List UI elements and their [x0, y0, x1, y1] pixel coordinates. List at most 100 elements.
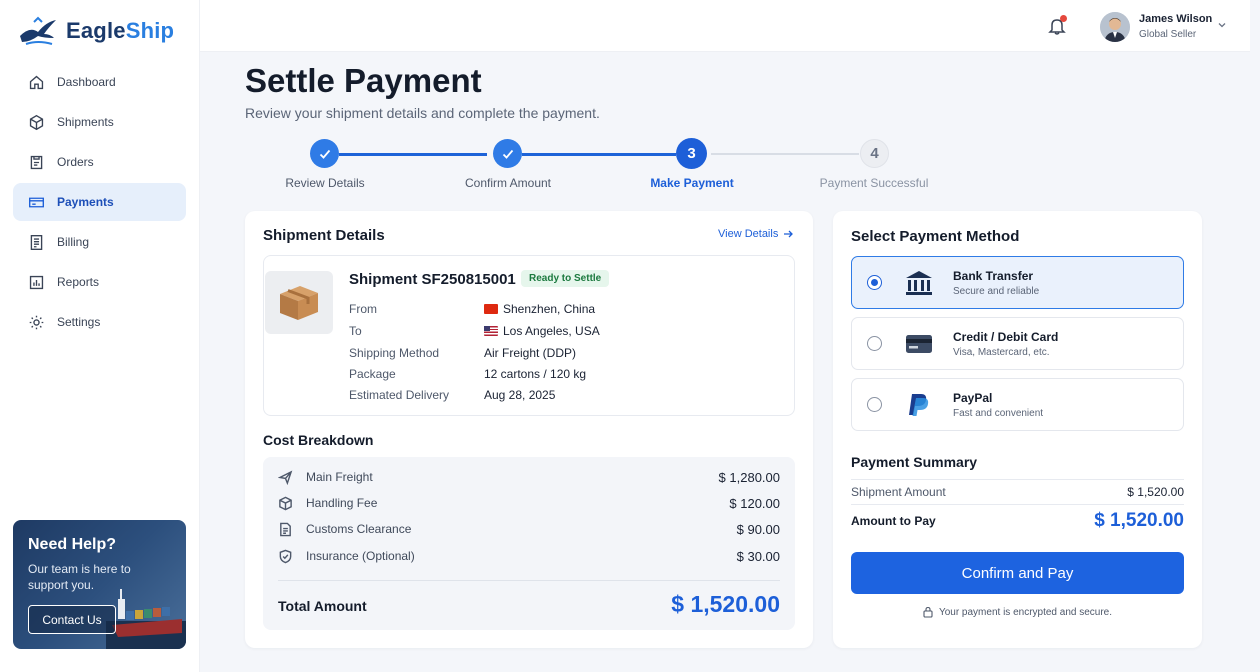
sidebar-nav: Dashboard Shipments Orders Payments Bill…: [13, 63, 186, 343]
user-avatar-icon: [1100, 12, 1130, 42]
sidebar-item-label: Orders: [57, 155, 94, 169]
contact-us-button[interactable]: Contact Us: [28, 605, 116, 634]
sidebar-item-billing[interactable]: Billing: [13, 223, 186, 261]
payment-method-heading: Select Payment Method: [851, 228, 1020, 245]
payment-option-paypal[interactable]: PayPal Fast and convenient: [851, 378, 1184, 431]
radio-button[interactable]: [867, 336, 882, 351]
radio-button-selected[interactable]: [867, 275, 882, 290]
status-badge: Ready to Settle: [521, 270, 610, 287]
sidebar-item-label: Shipments: [57, 115, 114, 129]
sidebar-item-label: Billing: [57, 235, 90, 249]
cost-row-main-freight: Main Freight $ 1,280.00: [278, 467, 780, 487]
chevron-down-icon[interactable]: [1217, 20, 1227, 30]
document-icon: [280, 522, 291, 536]
logo[interactable]: EagleShip: [18, 14, 174, 48]
step-4-circle: 4: [860, 139, 889, 168]
confirm-and-pay-button[interactable]: Confirm and Pay: [851, 552, 1184, 594]
sidebar-item-label: Dashboard: [57, 75, 116, 89]
payment-option-name: Bank Transfer: [953, 269, 1034, 283]
avatar[interactable]: [1100, 12, 1130, 42]
cost-amount: $ 1,280.00: [718, 469, 780, 485]
cost-amount: $ 120.00: [729, 495, 780, 511]
china-flag-icon: [484, 304, 498, 314]
paypal-icon: [909, 394, 929, 416]
notification-dot: [1060, 15, 1067, 22]
to-city: Los Angeles, USA: [503, 324, 600, 338]
shipment-amount-row: Shipment Amount $ 1,520.00: [851, 485, 1184, 499]
payment-option-bank-transfer[interactable]: Bank Transfer Secure and reliable: [851, 256, 1184, 309]
billing-icon: [30, 234, 43, 250]
shipment-summary-box: Shipment SF250815001 Ready to Settle Fro…: [263, 255, 795, 416]
user-role: Global Seller: [1139, 29, 1197, 40]
cost-breakdown-box: Main Freight $ 1,280.00 Handling Fee $ 1…: [263, 457, 795, 630]
arrow-right-icon: [784, 230, 794, 238]
step-2-circle: [493, 139, 522, 168]
help-text: Our team is here to support you.: [28, 562, 131, 592]
bank-icon: [906, 271, 932, 295]
shipping-method-label: Shipping Method: [349, 346, 440, 360]
shipment-amount-label: Shipment Amount: [851, 485, 946, 499]
total-amount-label: Total Amount: [278, 598, 367, 614]
check-icon: [319, 149, 330, 159]
step-connector: [522, 153, 676, 156]
gear-icon: [29, 315, 44, 329]
divider: [851, 479, 1184, 480]
shipment-id: Shipment SF250815001: [349, 271, 516, 288]
page-title: Settle Payment: [245, 62, 482, 99]
plane-icon: [278, 469, 293, 485]
step-1-label: Review Details: [285, 176, 365, 190]
sidebar-item-settings[interactable]: Settings: [13, 303, 186, 341]
view-details-link[interactable]: View Details: [718, 228, 794, 240]
eagle-logo-icon: [20, 16, 56, 45]
sidebar-item-label: Reports: [57, 275, 100, 289]
sidebar-item-payments[interactable]: Payments: [13, 183, 186, 221]
cost-label: Insurance (Optional): [306, 549, 415, 563]
package-image: [265, 271, 333, 334]
from-city: Shenzhen, China: [503, 302, 596, 316]
step-4-label: Payment Successful: [819, 176, 929, 190]
step-connector: [711, 153, 859, 155]
step-3-circle: 3: [676, 138, 707, 169]
package-box-icon: [280, 285, 318, 320]
card-icon: [29, 197, 44, 207]
payment-option-desc: Visa, Mastercard, etc.: [953, 347, 1050, 358]
estimated-delivery-value: Aug 28, 2025: [484, 388, 556, 402]
sidebar-item-reports[interactable]: Reports: [13, 263, 186, 301]
shipping-method-value: Air Freight (DDP): [484, 346, 577, 360]
payment-method-card: Select Payment Method Bank Transfer Secu…: [833, 211, 1202, 648]
payment-option-desc: Secure and reliable: [953, 286, 1040, 297]
total-amount-value: $ 1,520.00: [671, 591, 780, 617]
sidebar-item-dashboard[interactable]: Dashboard: [13, 63, 186, 101]
lock-icon: [923, 606, 933, 618]
secure-note-text: Your payment is encrypted and secure.: [938, 606, 1113, 618]
package-value: 12 cartons / 120 kg: [484, 367, 587, 381]
reports-icon: [29, 275, 44, 289]
sidebar-item-orders[interactable]: Orders: [13, 143, 186, 181]
cost-label: Main Freight: [306, 470, 373, 484]
estimated-delivery-label: Estimated Delivery: [349, 388, 450, 402]
from-value: Shenzhen, China: [484, 302, 595, 316]
radio-button[interactable]: [867, 397, 882, 412]
box-icon: [279, 496, 292, 510]
payment-option-card[interactable]: Credit / Debit Card Visa, Mastercard, et…: [851, 317, 1184, 370]
cost-row-handling-fee: Handling Fee $ 120.00: [278, 493, 780, 513]
cost-row-customs-clearance: Customs Clearance $ 90.00: [278, 519, 780, 539]
sidebar-item-label: Settings: [57, 315, 101, 329]
brand-name: EagleShip: [66, 18, 175, 43]
cost-amount: $ 90.00: [736, 521, 780, 537]
step-connector: [339, 153, 487, 156]
view-details-label: View Details: [718, 228, 779, 240]
orders-icon: [30, 155, 43, 169]
shield-icon: [279, 549, 292, 563]
step-3-label: Make Payment: [650, 176, 734, 190]
home-icon: [29, 75, 44, 89]
amount-to-pay-row: Amount to Pay $ 1,520.00: [851, 510, 1184, 532]
from-label: From: [349, 302, 377, 316]
package-label: Package: [349, 367, 396, 381]
usa-flag-icon: [484, 326, 498, 336]
sidebar-item-shipments[interactable]: Shipments: [13, 103, 186, 141]
top-header: James Wilson Global Seller: [200, 0, 1250, 52]
step-1-circle: [310, 139, 339, 168]
help-card: Need Help? Our team is here to support y…: [13, 520, 186, 649]
user-name[interactable]: James Wilson: [1139, 13, 1212, 25]
